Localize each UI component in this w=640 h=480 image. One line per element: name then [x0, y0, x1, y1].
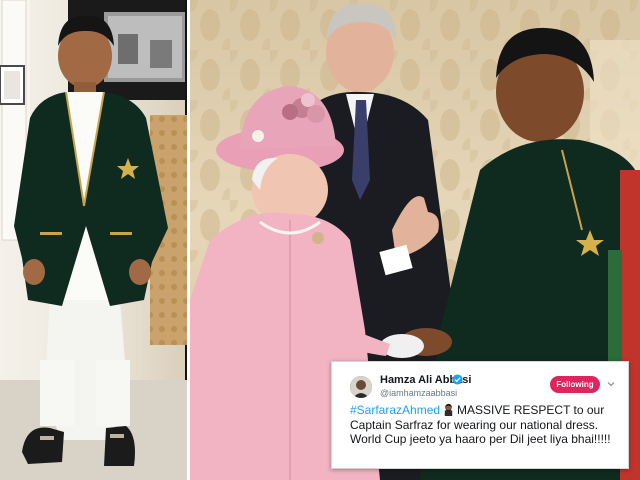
verified-badge-icon — [452, 374, 463, 385]
chevron-down-icon[interactable] — [606, 379, 616, 389]
tweet-card[interactable]: Hamza Ali Abbasi @iamhamzaabbasi Followi… — [331, 361, 629, 469]
left-photo — [0, 0, 187, 480]
avatar-image — [350, 376, 372, 398]
hashtag-link[interactable]: #SarfarazAhmed — [350, 403, 440, 417]
author-avatar[interactable] — [350, 376, 372, 398]
following-button[interactable]: Following — [550, 376, 600, 393]
author-handle[interactable]: @iamhamzaabbasi — [380, 388, 457, 398]
tweet-body: #SarfarazAhmed MASSIVE RESPECT to our Ca… — [350, 403, 618, 447]
man-emoji-icon — [444, 403, 453, 416]
left-photo-scene — [0, 0, 187, 480]
